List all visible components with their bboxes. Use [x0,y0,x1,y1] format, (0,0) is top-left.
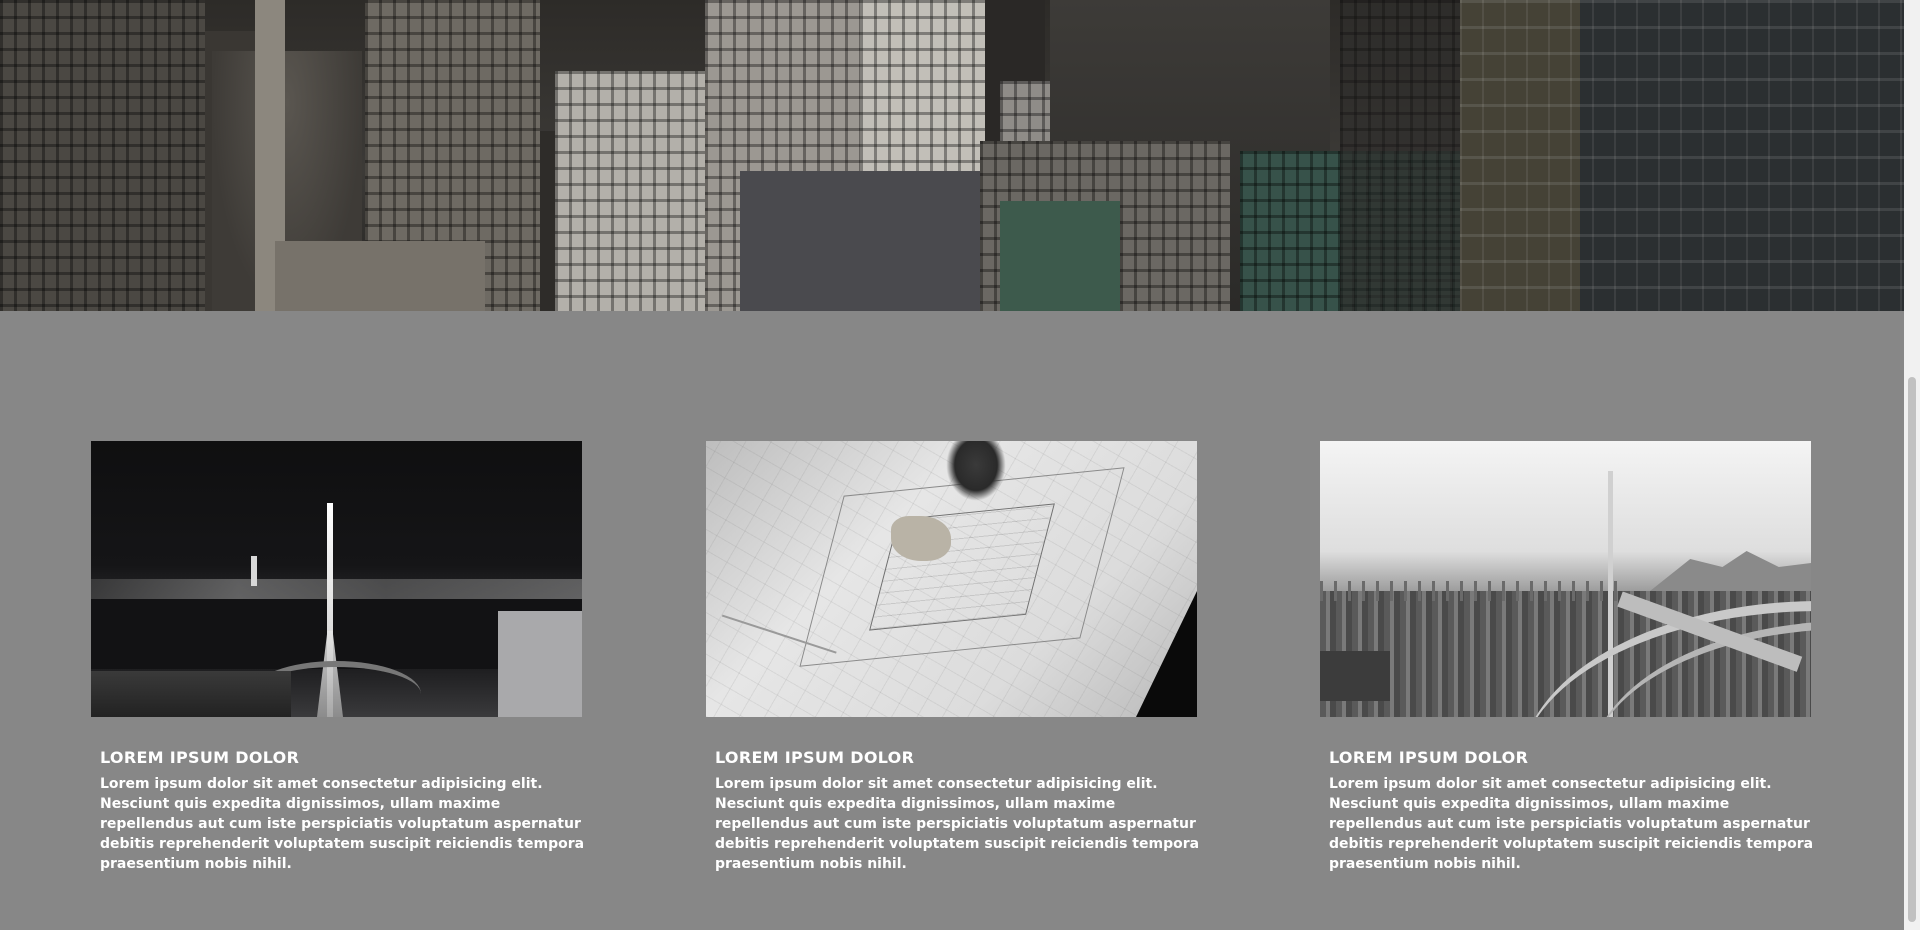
hero-city-image [0,0,1904,311]
card-description: Lorem ipsum dolor sit amet consectetur a… [715,776,1200,872]
feature-cards-section: LOREM IPSUM DOLOR Lorem ipsum dolor sit … [0,311,1904,930]
card-title: LOREM IPSUM DOLOR [715,748,915,767]
feature-card: LOREM IPSUM DOLOR Lorem ipsum dolor sit … [1320,441,1813,872]
night-city-bridge-image [91,441,582,717]
card-description: Lorem ipsum dolor sit amet consectetur a… [100,776,585,872]
card-title: LOREM IPSUM DOLOR [1329,748,1529,767]
card-description: Lorem ipsum dolor sit amet consectetur a… [1329,776,1814,872]
vertical-scrollbar[interactable] [1904,0,1920,930]
cable-stayed-bridge-image [1320,441,1811,717]
feature-card: LOREM IPSUM DOLOR Lorem ipsum dolor sit … [706,441,1199,872]
architectural-blueprint-image [706,441,1197,717]
card-title: LOREM IPSUM DOLOR [100,748,300,767]
feature-card: LOREM IPSUM DOLOR Lorem ipsum dolor sit … [91,441,584,872]
scrollbar-thumb[interactable] [1908,377,1916,922]
